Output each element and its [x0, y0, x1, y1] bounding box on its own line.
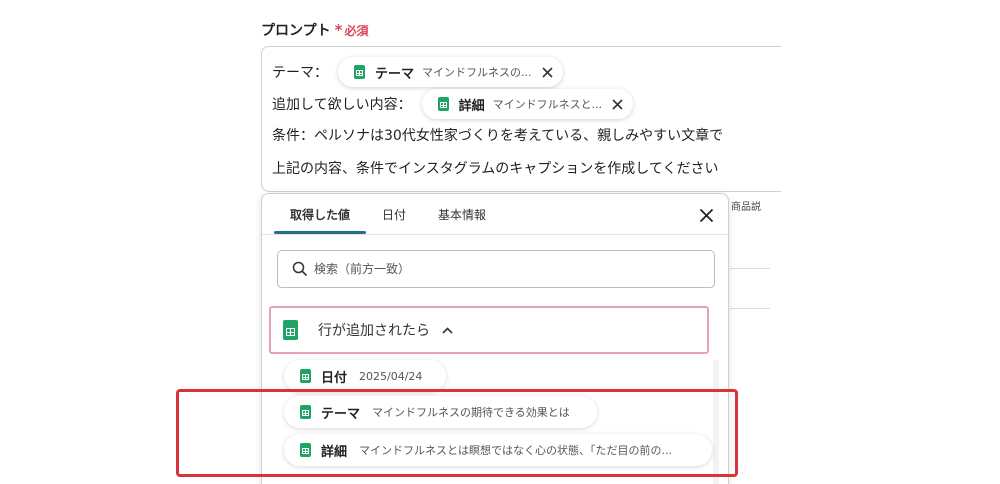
- tab-fetched-values[interactable]: 取得した値: [274, 194, 367, 234]
- close-icon[interactable]: [612, 98, 623, 110]
- close-icon[interactable]: [541, 66, 553, 78]
- variable-chip-detail[interactable]: 詳細 マインドフルネスと...: [421, 89, 634, 119]
- prompt-line-condition: 条件：ペルソナは30代女性家づくりを考えている、親しみやすい文章で: [272, 128, 724, 144]
- chevron-up-icon[interactable]: [442, 326, 453, 334]
- scrollbar[interactable]: [713, 360, 719, 484]
- google-sheets-icon: [300, 369, 311, 383]
- search-input[interactable]: [314, 262, 694, 276]
- field-label: プロンプト * 必須: [261, 20, 368, 40]
- google-sheets-icon: [300, 443, 311, 457]
- prompt-line-detail: 追加して欲しい内容： 詳細 マインドフルネスと...: [272, 89, 634, 119]
- variable-chip-theme[interactable]: テーマ マインドフルネスの...: [338, 57, 563, 87]
- prompt-textarea[interactable]: テーマ： テーマ マインドフルネスの... 追加して欲しい内容： 詳細 マインド…: [261, 46, 781, 192]
- prompt-line-instruction: 上記の内容、条件でインスタグラムのキャプションを作成してください: [272, 161, 719, 177]
- background-divider: [730, 268, 770, 269]
- prompt-line-prefix: テーマ：: [272, 65, 328, 81]
- item-value: 2025/04/24: [359, 369, 423, 383]
- panel-tabs: 取得した値 日付 基本情報: [274, 194, 502, 234]
- tabs-divider: [262, 234, 728, 235]
- tab-basic-info[interactable]: 基本情報: [422, 194, 502, 234]
- item-value: マインドフルネスの期待できる効果とは: [372, 406, 570, 419]
- chip-value: マインドフルネスの...: [422, 66, 532, 79]
- chip-key: テーマ: [375, 66, 415, 82]
- chip-value: マインドフルネスと...: [492, 98, 603, 111]
- required-text: 必須: [344, 23, 369, 38]
- close-icon[interactable]: [699, 208, 714, 223]
- chip-key: 詳細: [458, 98, 485, 114]
- item-value: マインドフルネスとは瞑想ではなく心の状態、「ただ目の前の...: [359, 444, 673, 457]
- search-box[interactable]: [277, 250, 715, 288]
- search-icon: [292, 261, 308, 277]
- prompt-line-theme: テーマ： テーマ マインドフルネスの...: [272, 57, 563, 87]
- item-key: 日付: [321, 370, 348, 386]
- prompt-line-prefix: 追加して欲しい内容：: [272, 97, 412, 113]
- google-sheets-icon: [300, 405, 311, 419]
- trigger-group-row-added[interactable]: 行が追加されたら: [269, 306, 709, 354]
- google-sheets-icon: [437, 97, 449, 111]
- background-field-label: 商品説: [731, 202, 761, 213]
- background-divider: [730, 308, 770, 309]
- google-sheets-icon: [283, 320, 298, 340]
- variable-item-theme[interactable]: テーマ マインドフルネスの期待できる効果とは: [284, 396, 597, 428]
- item-key: テーマ: [321, 406, 361, 422]
- item-key: 詳細: [321, 444, 348, 460]
- group-label: 行が追加されたら: [318, 323, 430, 339]
- field-label-text: プロンプト: [261, 23, 331, 39]
- required-star: *: [334, 21, 343, 39]
- google-sheets-icon: [354, 65, 365, 79]
- tab-date[interactable]: 日付: [366, 194, 422, 234]
- variable-item-detail[interactable]: 詳細 マインドフルネスとは瞑想ではなく心の状態、「ただ目の前の...: [284, 434, 712, 466]
- variable-item-date[interactable]: 日付 2025/04/24: [284, 360, 446, 392]
- variable-picker-panel: 取得した値 日付 基本情報 行が追加されたら 日付 2025/04/24 テーマ…: [261, 193, 729, 484]
